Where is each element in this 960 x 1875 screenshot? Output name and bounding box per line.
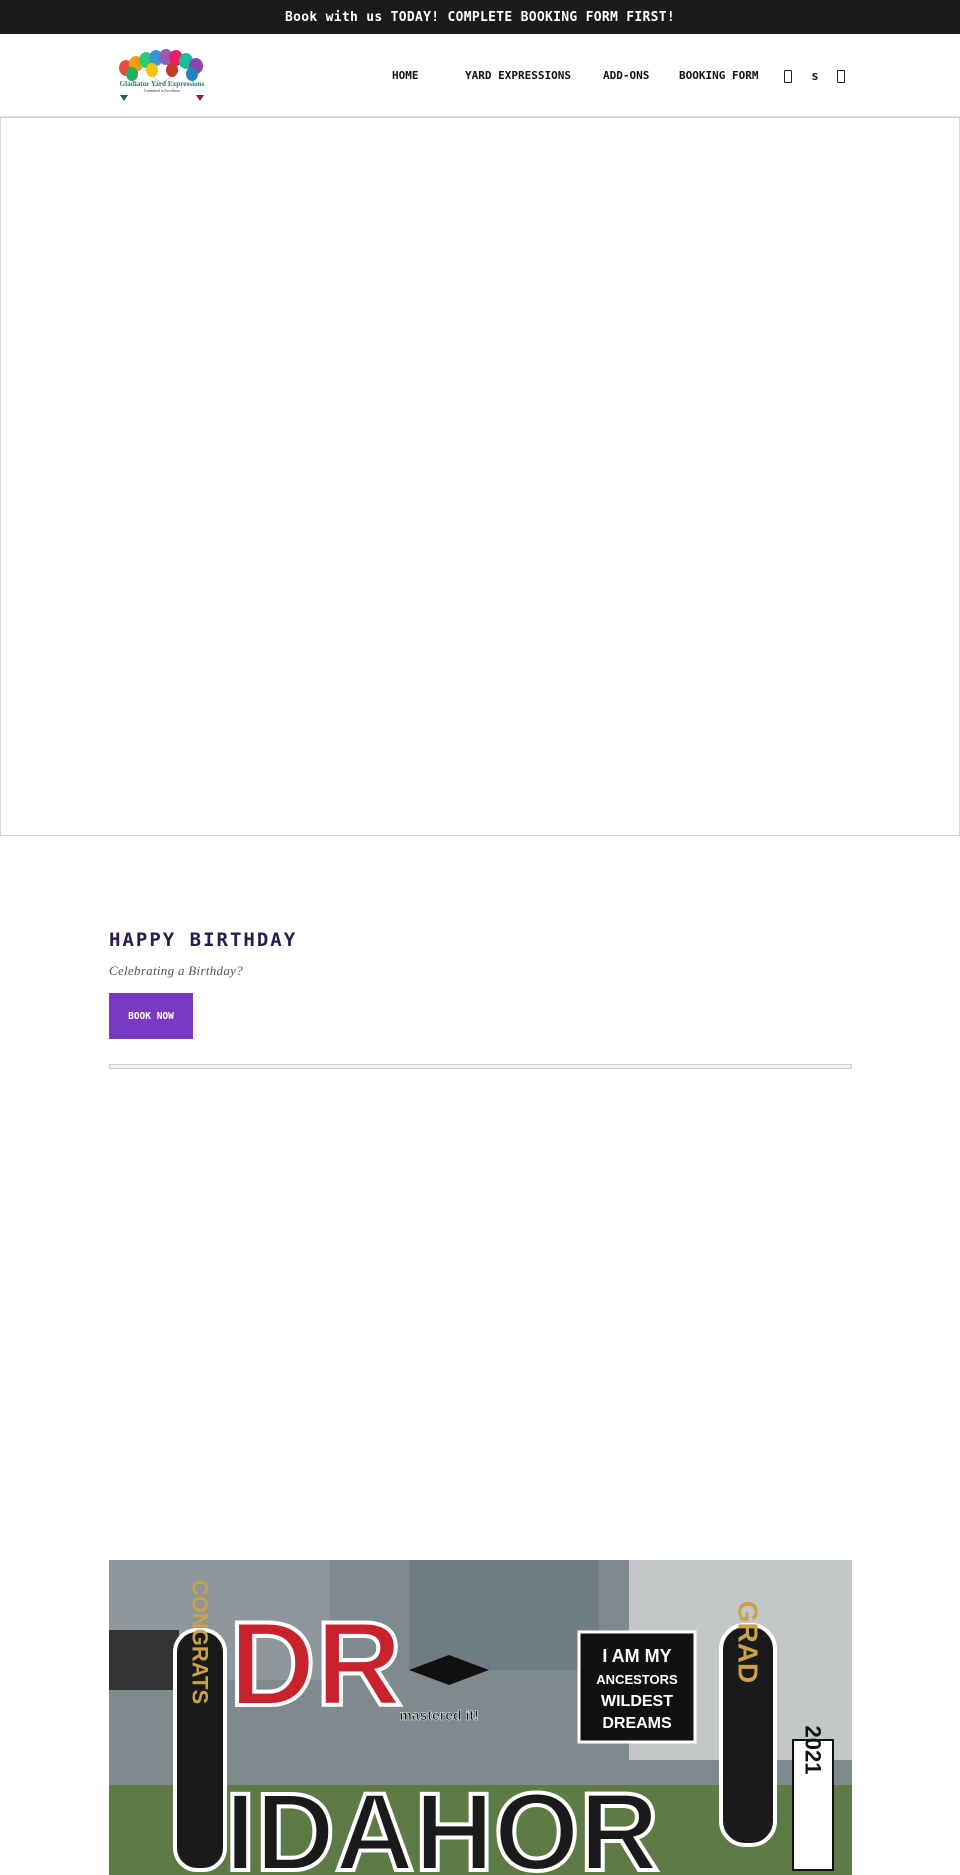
nav-add-ons[interactable]: ADD-ONS bbox=[603, 34, 649, 117]
sign-dr-text: DR bbox=[229, 1597, 402, 1731]
hero-banner bbox=[0, 117, 960, 836]
sign-box-line1: I AM MY bbox=[602, 1646, 671, 1666]
currency-icon[interactable]: s bbox=[809, 68, 821, 84]
sign-grad-text: GRAD bbox=[733, 1601, 764, 1683]
logo-brand-text: Gladiator Yard Expressions bbox=[120, 80, 205, 88]
nav-home[interactable]: HOME bbox=[392, 34, 419, 117]
currency-label: s bbox=[811, 69, 819, 83]
yard-sign-photo: CONGRATS DR IDAHOR mastered it! I AM MY … bbox=[109, 1560, 852, 1875]
user-icon[interactable] bbox=[783, 68, 793, 84]
balloons-logo-icon: Gladiator Yard Expressions Committed to … bbox=[119, 49, 205, 101]
nav-yard-expressions-label: YARD EXPRESSIONS bbox=[465, 69, 571, 82]
sign-box-line2: ANCESTORS bbox=[596, 1672, 678, 1687]
sign-year-text: 2021 bbox=[801, 1726, 826, 1775]
logo-tagline-text: Committed to Excellence bbox=[144, 89, 181, 93]
yard-sign-illustration: CONGRATS DR IDAHOR mastered it! I AM MY … bbox=[109, 1560, 852, 1875]
nav-home-label: HOME bbox=[392, 69, 419, 82]
nav-booking-form-label: BOOKING FORM bbox=[679, 69, 759, 82]
sign-congrats-text: CONGRATS bbox=[188, 1580, 213, 1704]
nav-add-ons-label: ADD-ONS bbox=[603, 69, 650, 82]
section-title: HAPPY BIRTHDAY bbox=[109, 929, 298, 951]
sign-box-line4: DREAMS bbox=[602, 1715, 672, 1732]
sign-cap-text: mastered it! bbox=[399, 1707, 478, 1723]
nav-yard-expressions[interactable]: YARD EXPRESSIONS bbox=[465, 34, 571, 117]
book-now-button[interactable]: BOOK NOW bbox=[109, 993, 193, 1039]
nav-booking-form[interactable]: BOOKING FORM bbox=[679, 34, 758, 117]
sign-box-line3: WILDEST bbox=[601, 1693, 673, 1710]
cart-icon[interactable] bbox=[836, 68, 846, 84]
site-logo[interactable]: Gladiator Yard Expressions Committed to … bbox=[112, 46, 212, 104]
section-subtitle: Celebrating a Birthday? bbox=[109, 963, 243, 978]
site-header: Gladiator Yard Expressions Committed to … bbox=[0, 34, 960, 117]
section-divider bbox=[109, 1064, 852, 1069]
announcement-bar: Book with us TODAY! COMPLETE BOOKING FOR… bbox=[0, 0, 960, 34]
sign-name-text: IDAHOR bbox=[225, 1771, 659, 1875]
announcement-text: Book with us TODAY! COMPLETE BOOKING FOR… bbox=[284, 9, 676, 25]
